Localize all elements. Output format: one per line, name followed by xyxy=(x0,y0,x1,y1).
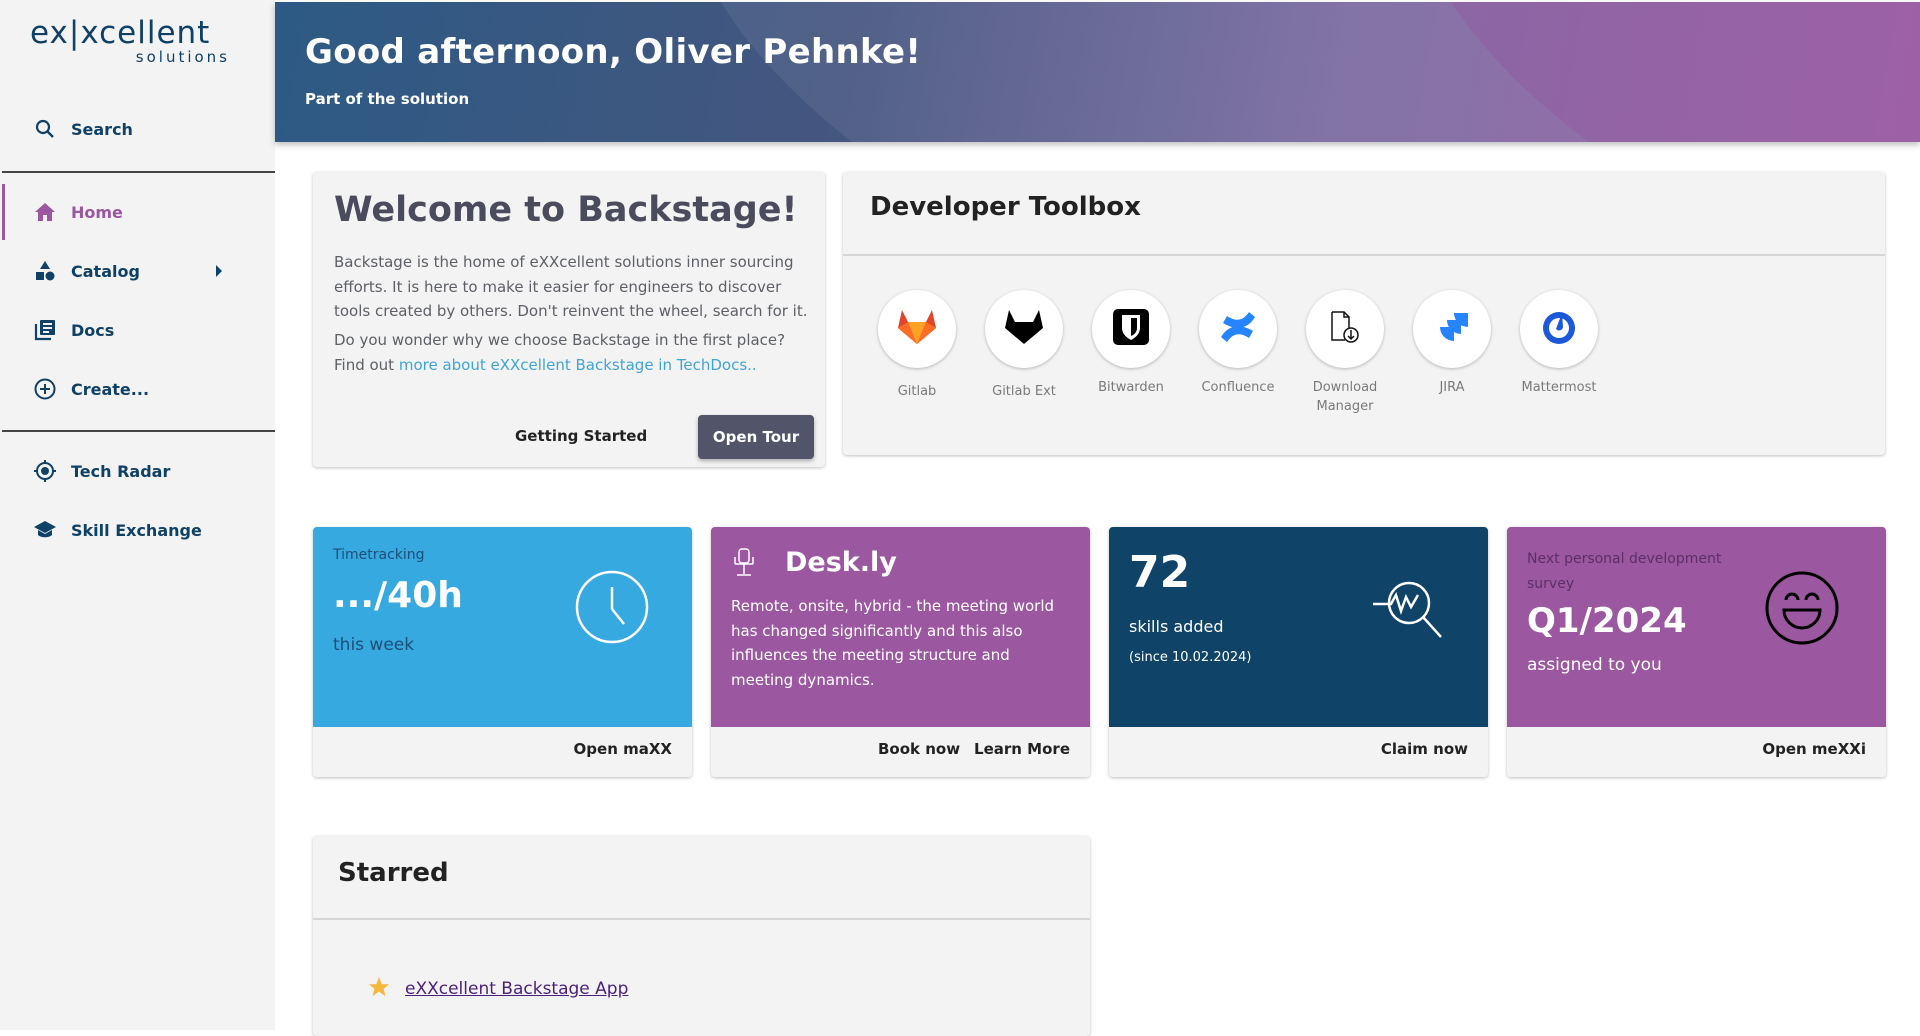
sidebar-divider xyxy=(2,430,275,432)
starred-item: eXXcellent Backstage App xyxy=(368,976,628,1002)
tool-label: Gitlab xyxy=(897,384,937,399)
tool-confluence[interactable]: Confluence xyxy=(1198,290,1278,397)
welcome-title: Welcome to Backstage! xyxy=(334,190,798,230)
developer-toolbox-card: Developer Toolbox Gitlab Gitlab Ext Bitw… xyxy=(843,172,1885,455)
sidebar-item-label: Home xyxy=(71,202,123,222)
welcome-techdocs-text: Do you wonder why we choose Backstage in… xyxy=(334,328,814,377)
welcome-description: Backstage is the home of eXXcellent solu… xyxy=(334,253,808,320)
sidebar-item-create[interactable]: Create... xyxy=(0,361,275,417)
sidebar-item-label: Skill Exchange xyxy=(71,520,202,540)
starred-title: Starred xyxy=(338,858,449,888)
starred-card: Starred eXXcellent Backstage App xyxy=(313,836,1090,1036)
skills-label: skills added xyxy=(1129,617,1224,636)
skill-search-icon xyxy=(1371,577,1451,651)
toolbox-title: Developer Toolbox xyxy=(870,192,1141,222)
timetracking-tile: Timetracking .../40h this week Open maXX xyxy=(313,527,692,777)
search-icon xyxy=(33,117,57,141)
learn-more-button[interactable]: Learn More xyxy=(974,740,1070,758)
skills-since: (since 10.02.2024) xyxy=(1129,650,1252,665)
clock-icon xyxy=(574,569,650,649)
gitlab-ext-icon xyxy=(1004,308,1044,350)
welcome-card: Welcome to Backstage! Backstage is the h… xyxy=(313,172,825,467)
sidebar-divider xyxy=(2,171,275,173)
confluence-icon xyxy=(1218,307,1258,351)
tool-gitlab-ext[interactable]: Gitlab Ext xyxy=(984,290,1064,401)
survey-label: Next personal development survey xyxy=(1527,551,1722,592)
company-logo[interactable]: ex|xcellent solutions xyxy=(30,16,230,66)
greeting-title: Good afternoon, Oliver Pehnke! xyxy=(305,32,922,72)
tool-label: Download Manager xyxy=(1312,380,1378,414)
page-header: Good afternoon, Oliver Pehnke! Part of t… xyxy=(275,2,1920,142)
gitlab-icon xyxy=(897,308,937,350)
skills-tile: 72 skills added (since 10.02.2024) Claim… xyxy=(1109,527,1488,777)
book-now-button[interactable]: Book now xyxy=(878,740,960,758)
timetracking-sub: this week xyxy=(333,635,415,655)
search-label: Search xyxy=(71,119,133,139)
deskly-tile: Desk.ly Remote, onsite, hybrid - the mee… xyxy=(711,527,1090,777)
tool-download-manager[interactable]: Download Manager xyxy=(1305,290,1385,416)
chair-icon xyxy=(731,547,757,581)
tool-label: Confluence xyxy=(1201,380,1275,395)
survey-quarter: Q1/2024 xyxy=(1527,601,1687,641)
home-icon xyxy=(33,200,57,224)
graduation-cap-icon xyxy=(33,518,57,542)
logo-wordmark: ex|xcellent xyxy=(30,15,211,51)
mattermost-icon xyxy=(1539,307,1579,351)
sidebar-item-label: Docs xyxy=(71,320,115,340)
sidebar-item-label: Tech Radar xyxy=(71,461,171,481)
sidebar-item-catalog[interactable]: Catalog xyxy=(0,243,275,299)
toolbox-divider xyxy=(843,254,1885,256)
chevron-right-icon[interactable] xyxy=(216,265,222,277)
sidebar-item-tech-radar[interactable]: Tech Radar xyxy=(0,443,275,499)
sidebar-item-home[interactable]: Home xyxy=(0,184,275,240)
starred-divider xyxy=(313,918,1090,920)
docs-icon xyxy=(33,318,57,342)
survey-sub: assigned to you xyxy=(1527,655,1662,675)
catalog-icon xyxy=(33,259,57,283)
sidebar-item-skill-exchange[interactable]: Skill Exchange xyxy=(0,502,275,558)
tool-label: JIRA xyxy=(1439,380,1465,395)
tool-jira[interactable]: JIRA xyxy=(1412,290,1492,397)
tech-radar-icon xyxy=(33,459,57,483)
tool-mattermost[interactable]: Mattermost xyxy=(1519,290,1599,397)
create-icon xyxy=(33,377,57,401)
logo-subtitle: solutions xyxy=(135,48,230,66)
sidebar-item-label: Create... xyxy=(71,379,150,399)
deskly-title: Desk.ly xyxy=(785,547,897,578)
star-icon[interactable] xyxy=(368,976,390,1002)
tool-label: Gitlab Ext xyxy=(992,384,1056,399)
tool-label: Bitwarden xyxy=(1098,380,1164,395)
download-manager-icon xyxy=(1329,310,1361,348)
bitwarden-icon xyxy=(1112,308,1150,350)
starred-link[interactable]: eXXcellent Backstage App xyxy=(405,979,628,999)
deskly-description: Remote, onsite, hybrid - the meeting wor… xyxy=(731,597,1055,689)
open-tour-button[interactable]: Open Tour xyxy=(698,415,814,459)
header-subtitle: Part of the solution xyxy=(305,90,470,108)
skills-count: 72 xyxy=(1129,547,1191,598)
techdocs-link[interactable]: more about eXXcellent Backstage in TechD… xyxy=(399,356,757,374)
smiley-icon xyxy=(1764,570,1840,650)
sidebar: ex|xcellent solutions Search Home Catalo… xyxy=(0,0,275,1030)
timetracking-value: .../40h xyxy=(333,575,463,616)
sidebar-search[interactable]: Search xyxy=(0,101,275,157)
sidebar-item-label: Catalog xyxy=(71,261,140,281)
tool-bitwarden[interactable]: Bitwarden xyxy=(1091,290,1171,397)
timetracking-label: Timetracking xyxy=(333,547,425,563)
tool-gitlab[interactable]: Gitlab xyxy=(877,290,957,401)
open-mexxi-button[interactable]: Open meXXi xyxy=(1762,740,1866,758)
getting-started-button[interactable]: Getting Started xyxy=(515,427,647,445)
claim-now-button[interactable]: Claim now xyxy=(1381,740,1468,758)
tool-label: Mattermost xyxy=(1521,380,1597,395)
jira-icon xyxy=(1434,309,1470,349)
sidebar-item-docs[interactable]: Docs xyxy=(0,302,275,358)
open-maxx-button[interactable]: Open maXX xyxy=(574,740,672,758)
survey-tile: Next personal development survey Q1/2024… xyxy=(1507,527,1886,777)
